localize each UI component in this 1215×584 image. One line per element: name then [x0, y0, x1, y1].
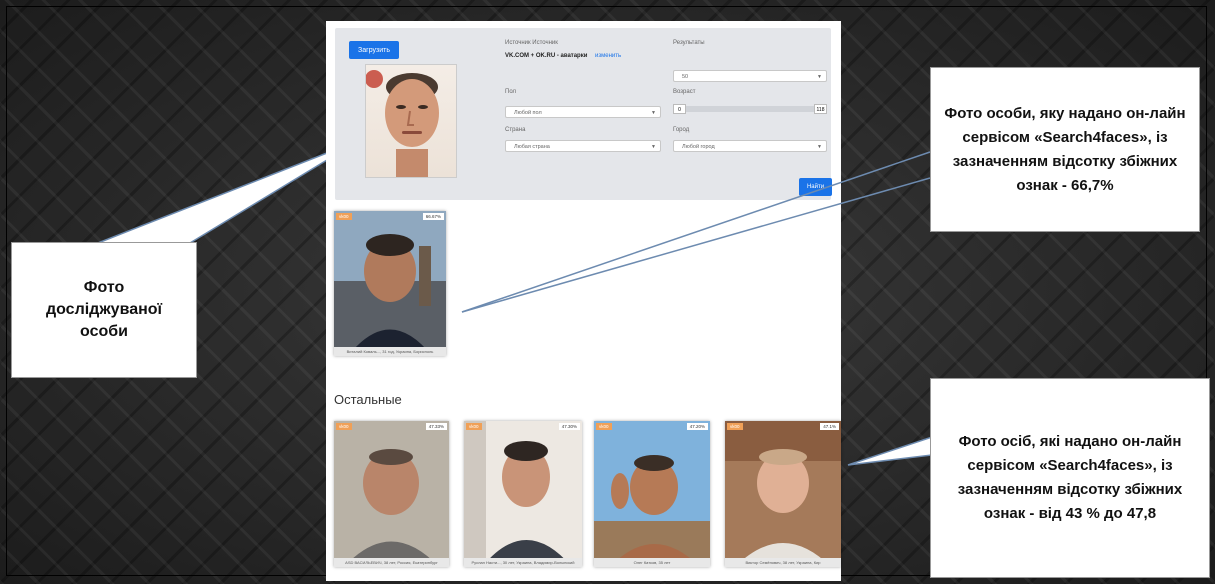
bottom-right-callout: Фото осіб, які надано он-лайн сервісом «…	[930, 378, 1210, 578]
left-callout-text: Фото досліджуваної особи	[45, 279, 163, 340]
top-right-callout: Фото особи, яку надано он-лайн сервісом …	[930, 67, 1200, 232]
bottom-right-callout-text: Фото осіб, які надано он-лайн сервісом «…	[957, 433, 1183, 522]
left-callout: Фото досліджуваної особи	[11, 242, 197, 378]
top-right-callout-text: Фото особи, яку надано он-лайн сервісом …	[944, 104, 1186, 194]
